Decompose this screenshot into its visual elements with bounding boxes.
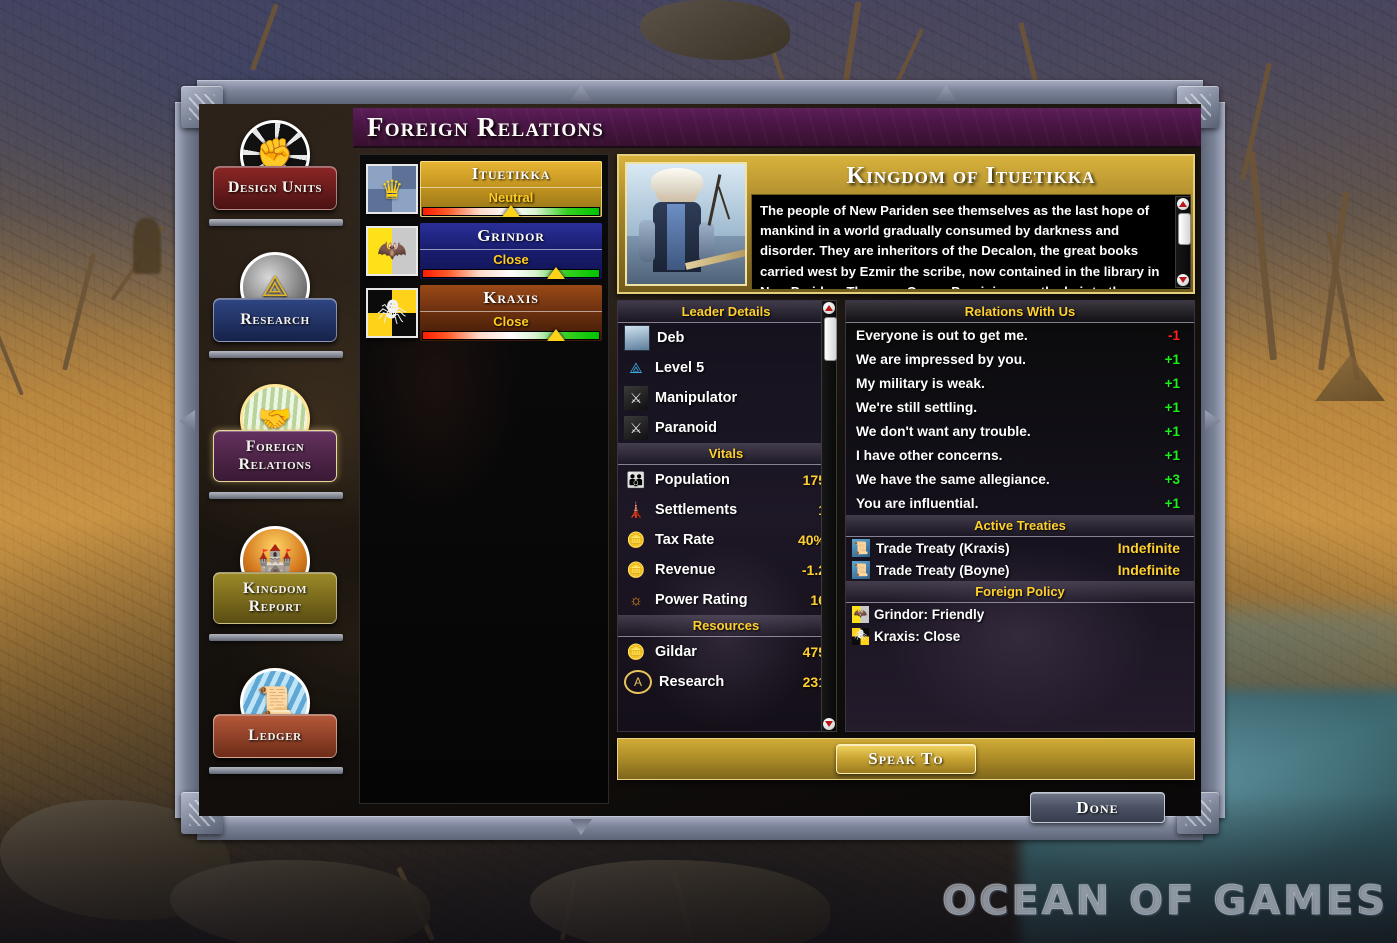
kingdom-description: The people of New Pariden see themselves… bbox=[760, 203, 1160, 289]
vitals-row: 👪 Population 175 bbox=[618, 465, 834, 495]
treaties-heading: Active Treaties bbox=[846, 515, 1194, 537]
vitals-row: ☼ Power Rating 16 bbox=[618, 585, 834, 615]
trait-icon: ⚔ bbox=[624, 416, 648, 440]
faction-row-ituetikka[interactable]: ♛ Ituetikka Neutral bbox=[366, 161, 602, 218]
speak-to-bar: Speak To bbox=[617, 738, 1195, 780]
done-button[interactable]: Done bbox=[1030, 792, 1165, 823]
leader-portrait bbox=[625, 162, 747, 286]
resources-row: 🪙 Gildar 475 bbox=[618, 637, 834, 667]
relation-row: We are impressed by you. +1 bbox=[856, 351, 1180, 367]
scroll-up-button[interactable] bbox=[1177, 198, 1189, 210]
kingdom-description-box: The people of New Pariden see themselves… bbox=[751, 194, 1191, 290]
resources-heading: Resources bbox=[618, 615, 834, 637]
rank-icon: ⟁ bbox=[629, 359, 643, 377]
research-icon: A bbox=[624, 670, 652, 694]
sidebar-item-label: Design Units bbox=[213, 166, 337, 210]
foreign-policy-heading: Foreign Policy bbox=[846, 581, 1194, 603]
portrait-icon bbox=[624, 325, 650, 351]
treaty-row: 📜 Trade Treaty (Kraxis) Indefinite bbox=[852, 539, 1180, 557]
faction-name: Kraxis bbox=[420, 285, 602, 312]
kingdom-title: Kingdom of Ituetikka bbox=[846, 162, 1096, 189]
kingdom-header-box: Kingdom of Ituetikka The people of New P… bbox=[617, 154, 1195, 294]
people-icon: 👪 bbox=[626, 471, 646, 489]
window-titlebar: Foreign Relations bbox=[353, 108, 1201, 148]
speak-to-button[interactable]: Speak To bbox=[836, 744, 976, 774]
scroll-thumb[interactable] bbox=[1178, 213, 1191, 245]
relation-row: I have other concerns. +1 bbox=[856, 447, 1180, 463]
foreign-relations-window: ✊ Design Units ⟁ Research 🤝 Foreign Rela… bbox=[175, 80, 1225, 840]
crown-icon: ♛ bbox=[366, 164, 418, 214]
relation-row: You are influential. +1 bbox=[856, 495, 1180, 511]
sun-icon: ☼ bbox=[629, 591, 643, 609]
vitals-row: 🪙 Revenue -1.2 bbox=[618, 555, 834, 585]
coins-icon: 🪙 bbox=[626, 531, 646, 549]
vitals-row: 🗼 Settlements 1 bbox=[618, 495, 834, 525]
relation-row: Everyone is out to get me. -1 bbox=[856, 327, 1180, 343]
resources-row: A Research 231 bbox=[618, 667, 834, 697]
scroll-up-button[interactable] bbox=[823, 302, 835, 314]
window-content-panel: ✊ Design Units ⟁ Research 🤝 Foreign Rela… bbox=[199, 104, 1201, 816]
leader-detail-row: ⚔ Paranoid bbox=[618, 413, 834, 443]
window-frame-right bbox=[1201, 102, 1225, 818]
faction-name: Ituetikka bbox=[420, 161, 602, 188]
faction-status: Close bbox=[493, 252, 529, 267]
leader-detail-row: ⟁ Level 5 bbox=[618, 353, 834, 383]
bat-icon: 🦇 bbox=[366, 226, 418, 276]
relations-heading: Relations With Us bbox=[846, 301, 1194, 323]
treaty-scroll-icon: 📜 bbox=[852, 539, 870, 557]
relation-marker-icon bbox=[502, 205, 520, 217]
treaty-row: 📜 Trade Treaty (Boyne) Indefinite bbox=[852, 561, 1180, 579]
window-frame-left bbox=[175, 102, 199, 818]
faction-list: ♛ Ituetikka Neutral 🦇 Grindor Close 🕷 Kr… bbox=[359, 154, 609, 804]
treaty-scroll-icon: 📜 bbox=[852, 561, 870, 579]
relation-row: We're still settling. +1 bbox=[856, 399, 1180, 415]
relation-bar bbox=[422, 269, 600, 278]
faction-detail-area: Kingdom of Ituetikka The people of New P… bbox=[617, 154, 1195, 804]
description-scrollbar[interactable] bbox=[1175, 196, 1191, 288]
relation-marker-icon bbox=[547, 267, 565, 279]
sidebar-item-label: Kingdom Report bbox=[213, 572, 337, 624]
sidebar-nav: ✊ Design Units ⟁ Research 🤝 Foreign Rela… bbox=[199, 104, 351, 816]
relation-marker-icon bbox=[547, 329, 565, 341]
leader-detail-row: ⚔ Manipulator bbox=[618, 383, 834, 413]
coins-icon: 🪙 bbox=[626, 643, 646, 661]
faction-row-kraxis[interactable]: 🕷 Kraxis Close bbox=[366, 285, 602, 342]
foreign-policy-row: 🦇 Grindor: Friendly bbox=[852, 605, 985, 623]
sidebar-item-label: Foreign Relations bbox=[213, 430, 337, 482]
character-figure bbox=[133, 218, 161, 274]
page-title: Foreign Relations bbox=[367, 111, 604, 142]
faction-status: Close bbox=[493, 314, 529, 329]
sidebar-item-label: Ledger bbox=[213, 714, 337, 758]
relation-bar bbox=[422, 331, 600, 340]
leader-detail-row: Deb bbox=[618, 323, 834, 353]
faction-name: Grindor bbox=[420, 223, 602, 250]
leader-details-heading: Leader Details bbox=[618, 301, 834, 323]
bat-flag-icon: 🦇 bbox=[852, 605, 869, 623]
sidebar-item-label: Research bbox=[213, 298, 337, 342]
scroll-thumb[interactable] bbox=[824, 317, 837, 361]
scroll-down-button[interactable] bbox=[823, 718, 835, 730]
scroll-down-button[interactable] bbox=[1177, 274, 1189, 286]
tower-icon: 🗼 bbox=[626, 501, 646, 519]
faction-row-grindor[interactable]: 🦇 Grindor Close bbox=[366, 223, 602, 280]
trait-icon: ⚔ bbox=[624, 386, 648, 410]
vitals-heading: Vitals bbox=[618, 443, 834, 465]
relation-row: We have the same allegiance. +3 bbox=[856, 471, 1180, 487]
foreign-policy-row: 🕷 Kraxis: Close bbox=[852, 627, 961, 645]
spider-flag-icon: 🕷 bbox=[852, 627, 869, 645]
watermark: OCEAN OF GAMES bbox=[941, 878, 1389, 925]
vitals-row: 🪙 Tax Rate 40% bbox=[618, 525, 834, 555]
coins-icon: 🪙 bbox=[626, 561, 646, 579]
leader-info-column: Leader Details Deb ⟁ Level 5 ⚔ Manipulat… bbox=[617, 300, 835, 732]
window-frame-top bbox=[197, 80, 1203, 104]
relations-info-column: Relations With Us Everyone is out to get… bbox=[845, 300, 1195, 732]
relation-row: My military is weak. +1 bbox=[856, 375, 1180, 391]
leader-info-scrollbar[interactable] bbox=[821, 300, 837, 732]
relation-row: We don't want any trouble. +1 bbox=[856, 423, 1180, 439]
spider-icon: 🕷 bbox=[366, 288, 418, 338]
